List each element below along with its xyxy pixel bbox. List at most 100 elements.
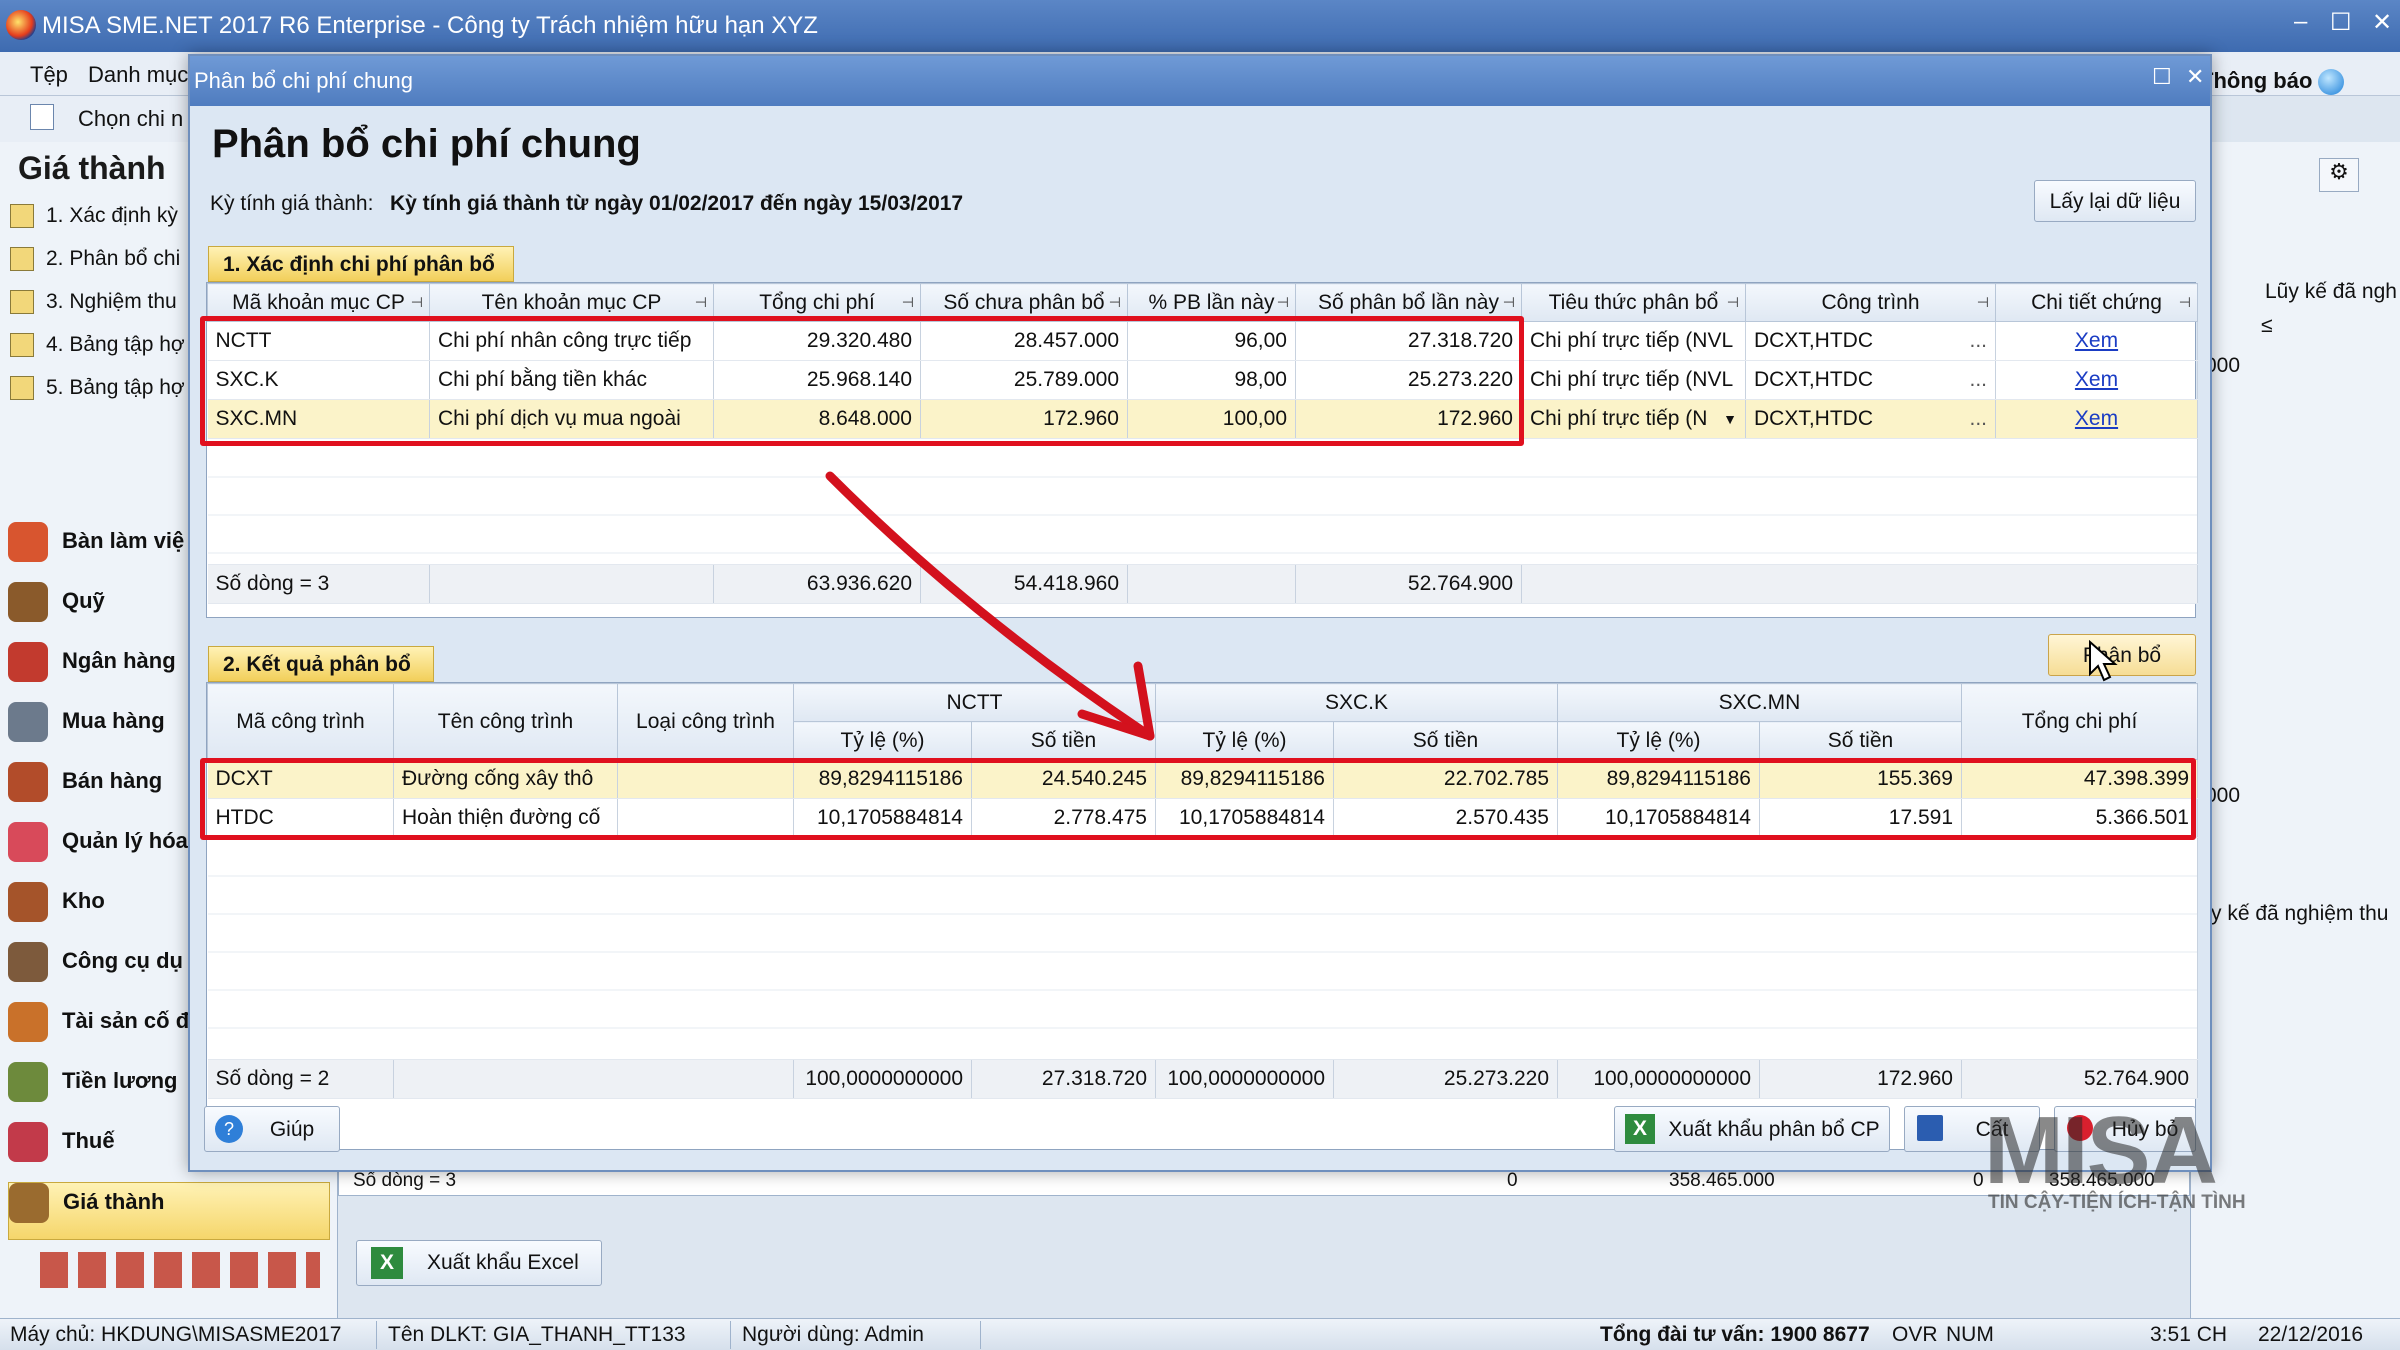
dialog-maximize-icon[interactable]: ☐ — [2152, 64, 2172, 90]
cell-percent[interactable]: 100,00 — [1127, 399, 1296, 439]
cell-name[interactable]: Chi phí bằng tiền khác — [429, 360, 714, 400]
cell-name[interactable]: Hoàn thiện đường cố — [393, 798, 618, 838]
table-row-selected[interactable]: DCXT Đường cống xây thô 89,8294115186 24… — [207, 759, 2198, 799]
cell-rate[interactable]: 10,1705884814 — [793, 798, 972, 838]
col-header[interactable]: % PB lần này ⊣ — [1127, 283, 1296, 322]
dropdown-arrow-icon[interactable]: ▼ — [1723, 411, 1737, 427]
col-header[interactable]: Công trình ⊣ — [1745, 283, 1996, 322]
cell-percent[interactable]: 98,00 — [1127, 360, 1296, 400]
pin-icon[interactable]: ⊣ — [695, 294, 707, 311]
export-excel-button[interactable]: X Xuất khẩu Excel — [356, 1240, 602, 1286]
cell-basis[interactable]: Chi phí trực tiếp (NVL — [1521, 321, 1746, 361]
table-row[interactable]: NCTT Chi phí nhân công trực tiếp 29.320.… — [207, 321, 2198, 361]
cell-basis[interactable]: Chi phí trực tiếp (NVL — [1521, 360, 1746, 400]
col-header[interactable]: Tổng chi phí — [1961, 683, 2198, 760]
nav-shortcut-icons[interactable] — [40, 1252, 320, 1288]
col-header[interactable]: Tên khoản mục CP ⊣ — [429, 283, 714, 322]
export-allocation-button[interactable]: X Xuất khẩu phân bổ CP — [1614, 1106, 1890, 1152]
cell-type[interactable] — [617, 759, 794, 799]
pin-icon[interactable]: ⊣ — [1109, 294, 1121, 311]
table-row[interactable]: SXC.K Chi phí bằng tiền khác 25.968.140 … — [207, 360, 2198, 400]
table-row[interactable]: HTDC Hoàn thiện đường cố 10,1705884814 2… — [207, 798, 2198, 838]
col-header[interactable]: Số chưa phân bổ ⊣ — [920, 283, 1128, 322]
ellipsis-button[interactable]: ... — [1969, 368, 1987, 392]
cell-amount[interactable]: 155.369 — [1759, 759, 1962, 799]
col-header[interactable]: Tổng chi phí ⊣ — [713, 283, 921, 322]
col-header[interactable]: Loại công trình — [617, 683, 794, 760]
step-item[interactable]: 4. Bảng tập hợ — [10, 333, 185, 358]
col-header[interactable]: Tiêu thức phân bổ ⊣ — [1521, 283, 1746, 322]
cell-name[interactable]: Chi phí dịch vụ mua ngoài — [429, 399, 714, 439]
dialog-close-icon[interactable]: ✕ — [2186, 64, 2204, 90]
cell-amount[interactable]: 2.570.435 — [1333, 798, 1558, 838]
reload-data-button[interactable]: Lấy lại dữ liệu — [2034, 180, 2196, 222]
cell-code[interactable]: SXC.K — [207, 360, 430, 400]
cell-basis-dropdown[interactable]: Chi phí trực tiếp (N ▼ — [1521, 399, 1746, 439]
cell-amount[interactable]: 17.591 — [1759, 798, 1962, 838]
cell-percent[interactable]: 96,00 — [1127, 321, 1296, 361]
col-header[interactable]: Mã khoản mục CP ⊣ — [207, 283, 430, 322]
pin-icon[interactable]: ⊣ — [2179, 294, 2191, 311]
cell-works[interactable]: DCXT,HTDC... — [1745, 399, 1996, 439]
pin-icon[interactable]: ⊣ — [1727, 294, 1739, 311]
minimize-icon[interactable]: – — [2294, 8, 2307, 36]
cell-works[interactable]: DCXT,HTDC... — [1745, 321, 1996, 361]
pin-icon[interactable]: ⊣ — [411, 294, 423, 311]
cell-code[interactable]: SXC.MN — [207, 399, 430, 439]
cell-total[interactable]: 8.648.000 — [713, 399, 921, 439]
ellipsis-button[interactable]: ... — [1969, 329, 1987, 353]
help-button[interactable]: ? Giúp — [204, 1106, 340, 1152]
view-detail-link[interactable]: Xem — [1995, 360, 2198, 400]
cell-total[interactable]: 29.320.480 — [713, 321, 921, 361]
allocate-button[interactable]: Phân bổ — [2048, 634, 2196, 676]
col-header[interactable]: Số phân bổ lần này ⊣ — [1295, 283, 1522, 322]
settings-gear-icon[interactable]: ⚙ — [2319, 158, 2359, 192]
close-icon[interactable]: ✕ — [2372, 8, 2392, 37]
step-item[interactable]: 2. Phân bổ chi — [10, 247, 180, 272]
ellipsis-button[interactable]: ... — [1969, 407, 1987, 431]
cell-total[interactable]: 47.398.399 — [1961, 759, 2198, 799]
choose-button[interactable]: Chọn chi n — [78, 106, 183, 132]
cell-unallocated[interactable]: 28.457.000 — [920, 321, 1128, 361]
view-detail-link[interactable]: Xem — [1995, 399, 2198, 439]
table-row-selected[interactable]: SXC.MN Chi phí dịch vụ mua ngoài 8.648.0… — [207, 399, 2198, 439]
cell-works[interactable]: DCXT,HTDC... — [1745, 360, 1996, 400]
step-item[interactable]: 1. Xác định kỳ — [10, 204, 178, 229]
cell-total[interactable]: 5.366.501 — [1961, 798, 2198, 838]
pin-icon[interactable]: ⊣ — [1503, 294, 1515, 311]
cell-type[interactable] — [617, 798, 794, 838]
cell-amount[interactable]: 2.778.475 — [971, 798, 1156, 838]
cell-rate[interactable]: 10,1705884814 — [1155, 798, 1334, 838]
cell-unallocated[interactable]: 25.789.000 — [920, 360, 1128, 400]
col-header[interactable]: Tỷ lệ (%) — [1557, 721, 1760, 760]
step-item[interactable]: 3. Nghiệm thu — [10, 290, 177, 315]
cell-total[interactable]: 25.968.140 — [713, 360, 921, 400]
cell-name[interactable]: Chi phí nhân công trực tiếp — [429, 321, 714, 361]
cell-code[interactable]: DCXT — [207, 759, 394, 799]
col-header[interactable]: Số tiền — [1759, 721, 1962, 760]
cell-rate[interactable]: 10,1705884814 — [1557, 798, 1760, 838]
view-detail-link[interactable]: Xem — [1995, 321, 2198, 361]
pin-icon[interactable]: ⊣ — [1977, 294, 1989, 311]
col-header[interactable]: Chi tiết chứng ⊣ — [1995, 283, 2198, 322]
cell-allocated[interactable]: 27.318.720 — [1295, 321, 1522, 361]
cell-unallocated[interactable]: 172.960 — [920, 399, 1128, 439]
nav-costing[interactable]: Giá thành — [8, 1182, 330, 1240]
col-header[interactable]: Số tiền — [1333, 721, 1558, 760]
cell-allocated[interactable]: 172.960 — [1295, 399, 1522, 439]
pin-icon[interactable]: ⊣ — [1277, 294, 1289, 311]
cell-code[interactable]: NCTT — [207, 321, 430, 361]
cell-name[interactable]: Đường cống xây thô — [393, 759, 618, 799]
pin-icon[interactable]: ⊣ — [902, 294, 914, 311]
col-header[interactable]: Mã công trình — [207, 683, 394, 760]
maximize-icon[interactable]: ☐ — [2330, 8, 2352, 37]
cell-amount[interactable]: 22.702.785 — [1333, 759, 1558, 799]
cell-allocated[interactable]: 25.273.220 — [1295, 360, 1522, 400]
menu-catalog[interactable]: Danh mục — [88, 62, 188, 88]
step-item[interactable]: 5. Bảng tập hợ — [10, 376, 185, 401]
notifications[interactable]: Thông báo — [2200, 68, 2345, 96]
col-header[interactable]: Tên công trình — [393, 683, 618, 760]
menu-file[interactable]: Tệp — [30, 62, 68, 88]
cell-code[interactable]: HTDC — [207, 798, 394, 838]
cell-rate[interactable]: 89,8294115186 — [1557, 759, 1760, 799]
